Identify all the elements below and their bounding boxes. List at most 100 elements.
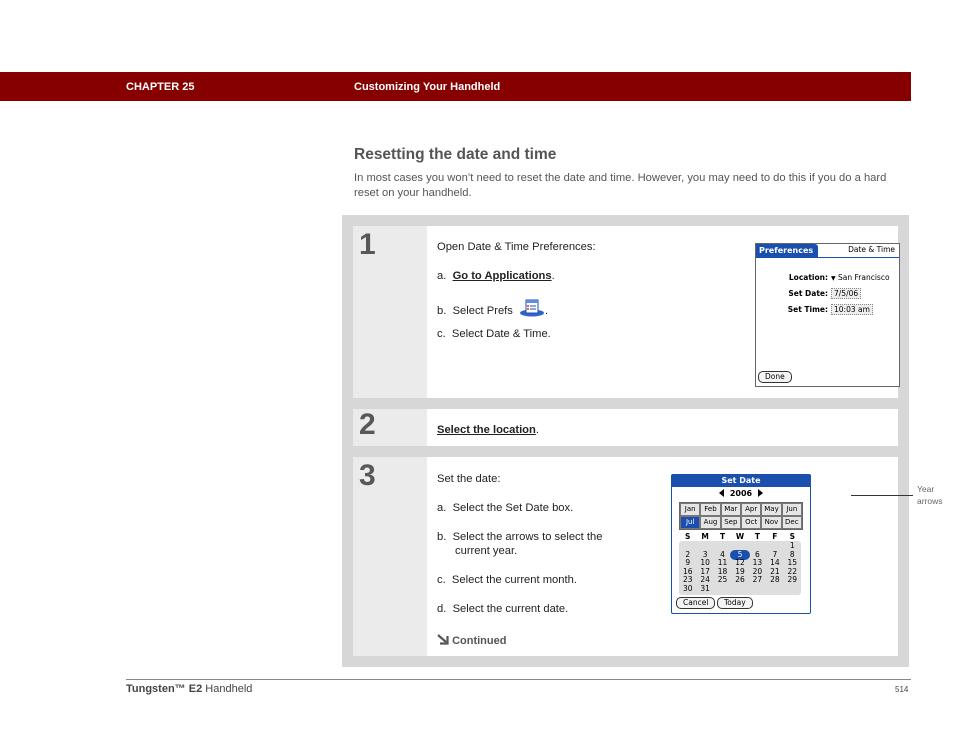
prefs-app-icon (519, 299, 545, 317)
continued-link[interactable]: Continued (437, 634, 506, 647)
month-may[interactable]: May (761, 503, 782, 516)
chapter-number: CHAPTER 25 (126, 81, 195, 93)
weekday-label: M (701, 532, 709, 541)
preferences-tab[interactable]: Preferences (756, 244, 818, 257)
weekday-header: S M TWT F S (679, 532, 801, 541)
screen-tab-bar: Preferences Date & Time (756, 244, 899, 258)
weekday-label: T (754, 532, 760, 541)
set-date-screen: Set Date 2006 Jan Feb Mar Apr May Jun Jul Aug Se… (671, 474, 811, 614)
month-aug[interactable]: Aug (700, 516, 721, 529)
day-cell[interactable]: 29 (784, 576, 801, 585)
month-sep[interactable]: Sep (720, 516, 741, 529)
month-oct[interactable]: Oct (741, 516, 762, 529)
year-value: 2006 (729, 489, 753, 498)
set-date-label: Set Date: (788, 289, 828, 298)
page-number: 514 (895, 685, 909, 694)
month-dec[interactable]: Dec (781, 516, 802, 529)
month-jun[interactable]: Jun (781, 503, 802, 516)
done-button[interactable]: Done (758, 371, 792, 383)
step-number: 2 (359, 408, 376, 441)
step-number-column: 2 (353, 408, 427, 446)
panel-title: Date & Time (848, 245, 895, 254)
item-text: Select the Set Date box. (452, 502, 574, 514)
item-marker: d. (437, 603, 447, 615)
continued-label: Continued (452, 635, 507, 647)
chapter-title: Customizing Your Handheld (354, 81, 501, 93)
day-cell[interactable]: 28 (766, 576, 783, 585)
day-cell[interactable]: 31 (696, 584, 713, 594)
month-grid: Jan Feb Mar Apr May Jun Jul Aug Sep Oct Nov Dec (679, 502, 803, 530)
cancel-button[interactable]: Cancel (676, 597, 716, 609)
step-3: 3 Set the date: a. Select the Set Date b… (353, 457, 943, 656)
go-to-applications-link[interactable]: Go to Applications (453, 270, 552, 282)
step-number-column: 3 (353, 457, 427, 656)
product-model: E2 (188, 683, 203, 695)
day-cell[interactable]: 27 (749, 576, 766, 585)
set-date-title: Set Date (672, 475, 810, 487)
day-cell[interactable]: 30 (679, 584, 696, 594)
item-text-continuation: current year. (455, 545, 518, 557)
month-mar[interactable]: Mar (720, 503, 741, 516)
item-marker: c. (437, 574, 446, 586)
month-jul[interactable]: Jul (680, 516, 701, 529)
year-next-arrow-icon[interactable] (758, 489, 764, 497)
day-cell[interactable]: 25 (714, 576, 731, 585)
step-item: b. Select the arrows to select the (437, 531, 602, 543)
select-location-link[interactable]: Select the location (437, 424, 536, 436)
item-marker: c. (437, 328, 446, 340)
product-name: Tungsten™ (126, 683, 186, 695)
step-item: a. Select the Set Date box. (437, 502, 573, 514)
item-text: Select the current month. (451, 574, 577, 586)
step-heading: Set the date: (437, 473, 501, 485)
item-suffix: . (535, 424, 539, 436)
item-text: Select the arrows to select the (452, 531, 603, 543)
item-marker: b. (437, 531, 447, 543)
location-picker[interactable]: ▼ San Francisco (831, 273, 890, 282)
step-item: c. Select Date & Time. (437, 328, 551, 340)
step-item: a. Go to Applications. (437, 270, 555, 282)
footer-product: Tungsten™ E2 Handheld (126, 683, 252, 695)
item-suffix: . (545, 305, 549, 317)
chapter-header-bar: CHAPTER 25 Customizing Your Handheld (0, 72, 911, 101)
step-item: d. Select the current date. (437, 603, 568, 615)
weekday-label: F (772, 532, 778, 541)
item-marker: b. (437, 305, 447, 317)
location-value: San Francisco (838, 273, 890, 282)
weekday-label: W (735, 532, 745, 541)
month-feb[interactable]: Feb (700, 503, 721, 516)
step-number: 1 (359, 228, 376, 261)
month-jan[interactable]: Jan (680, 503, 701, 516)
weekday-label: S (789, 532, 795, 541)
item-suffix: . (551, 270, 555, 282)
step-item: c. Select the current month. (437, 574, 577, 586)
year-arrows-callout: Year arrows (917, 484, 943, 506)
step-number-column: 1 (353, 226, 427, 398)
month-apr[interactable]: Apr (741, 503, 762, 516)
year-selector: 2006 (672, 489, 810, 498)
month-nov[interactable]: Nov (761, 516, 782, 529)
today-button[interactable]: Today (717, 597, 753, 609)
step-item: Select the location. (437, 424, 539, 436)
day-cell[interactable]: 26 (731, 576, 748, 585)
step-1: 1 Open Date & Time Preferences: a. Go to… (353, 226, 900, 398)
item-text: Select Prefs (452, 305, 513, 317)
item-marker: a. (437, 502, 447, 514)
weekday-label: T (720, 532, 726, 541)
year-prev-arrow-icon[interactable] (718, 489, 724, 497)
continued-arrow-icon (437, 634, 452, 647)
set-time-label: Set Time: (787, 305, 828, 314)
callout-leader-line (851, 495, 913, 496)
product-suffix: Handheld (205, 683, 253, 695)
set-date-box[interactable]: 7/5/06 (831, 288, 862, 299)
step-2: 2 Select the location. (353, 408, 898, 446)
set-time-box[interactable]: 10:03 am (831, 304, 873, 315)
preferences-screen: Preferences Date & Time Location: ▼ San … (755, 243, 900, 387)
dropdown-arrow-icon: ▼ (831, 275, 836, 282)
steps-container: 1 Open Date & Time Preferences: a. Go to… (342, 215, 943, 667)
section-intro: In most cases you won’t need to reset th… (354, 172, 887, 199)
weekday-label: S (685, 532, 691, 541)
step-heading: Open Date & Time Preferences: (437, 241, 596, 253)
item-marker: a. (437, 270, 447, 282)
day-grid: 1 2 3 4 5 6 7 8 9 10 11 12 13 14 15 16 17 18 19 20 21 22 23 24 2… (679, 541, 801, 595)
step-number: 3 (359, 459, 376, 492)
